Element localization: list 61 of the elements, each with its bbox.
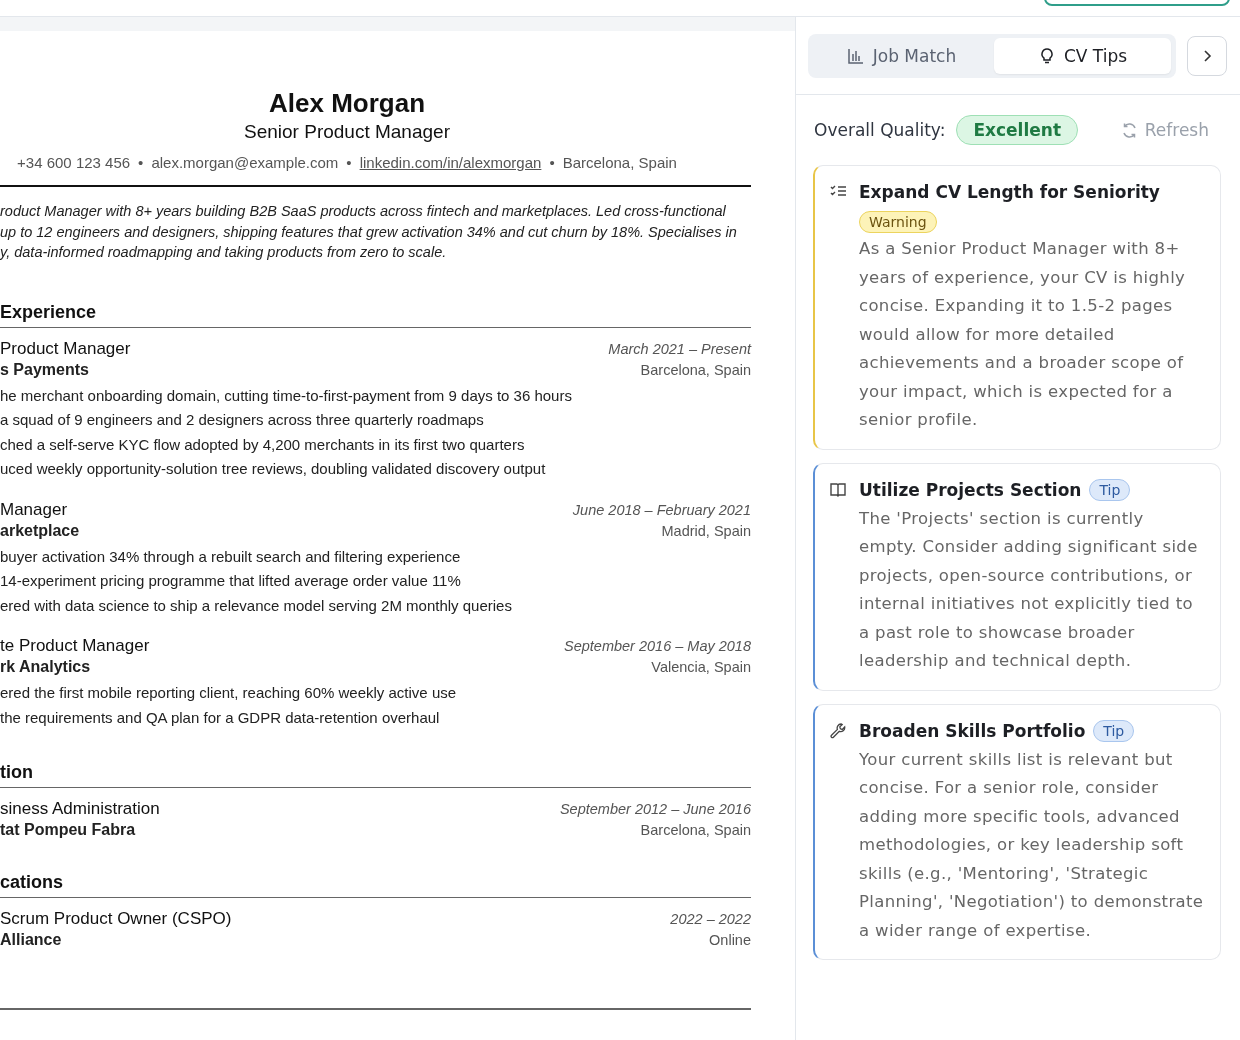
bullet-text: uced weekly opportunity-solution tree reviews, doubling validated discovery output <box>0 459 547 479</box>
tip-title: Broaden Skills Portfolio <box>859 719 1086 743</box>
summary-text: roduct Manager with 8+ years building B2B SaaS products across fintech and marketplaces. Led cross-functional <box>0 202 727 221</box>
tip-title: Expand CV Length for Seniority <box>859 181 1160 204</box>
summary-text: up to 12 engineers and designers, shipping features that grew activation 34% and cut churn by 18%. Specialises in <box>0 222 738 242</box>
bullet-text: he merchant onboarding domain, cutting time-to-first-payment from 9 days to 36 hours <box>0 385 573 406</box>
summary-text: y, data-informed roadmapping and taking products from zero to scale. <box>0 243 448 262</box>
tip-description: The 'Projects' section is currently empty. Consider adding significant side projects, open-source contributions, or internal initiatives not explicitly tied to a past role to showcase broader leadership and technical depth. <box>859 507 1199 672</box>
job-title: siness Administration <box>0 798 160 819</box>
book-icon <box>829 480 847 498</box>
bullet-text: 14-experiment pricing programme that lifted average order value 11% <box>0 571 462 591</box>
tip-badge: Tip <box>1089 478 1131 501</box>
bullet-text: ered with data science to ship a relevance model serving 2M monthly queries <box>0 595 513 616</box>
date-range: June 2018 – February 2021 <box>572 501 751 518</box>
job-match-tab[interactable]: Job Match <box>813 38 990 74</box>
quality-rating-badge: Excellent <box>956 115 1078 145</box>
tip-badge: Tip <box>1093 719 1135 742</box>
location-text: Barcelona, Spain <box>640 361 751 378</box>
job-title: Product Manager <box>0 337 131 359</box>
date-range: March 2021 – Present <box>608 340 751 357</box>
bar-chart-icon <box>846 47 865 65</box>
organization-name: arketplace <box>0 520 80 541</box>
contact-link[interactable]: linkedin.com/in/alexmorgan <box>359 153 542 173</box>
candidate-headline: Senior Product Manager <box>244 120 450 144</box>
location-text: Madrid, Spain <box>661 522 751 539</box>
section-heading: Experience <box>0 300 751 328</box>
contact-info: Barcelona, Spain <box>562 153 677 173</box>
tip-description: As a Senior Product Manager with 8+ years of experience, your CV is highly concise. Expanding it to 1.5-2 pages would allow for more detailed achievements and a broader scope of your impact, which is expected for a senior profile. <box>859 238 1187 431</box>
date-range: September 2016 – May 2018 <box>564 638 751 654</box>
job-title: Manager <box>0 498 68 520</box>
organization-name: s Payments <box>0 359 89 380</box>
job-title: Scrum Product Owner (CSPO) <box>0 908 232 929</box>
date-range: September 2012 – June 2016 <box>559 801 751 817</box>
organization-name: tat Pompeu Fabra <box>0 820 136 840</box>
location-text: Online <box>709 932 751 948</box>
organization-name: Alliance <box>0 930 62 950</box>
separator-dot: • <box>346 153 352 173</box>
location-text: Barcelona, Spain <box>640 822 751 838</box>
section-heading: tion <box>0 761 751 788</box>
organization-name: rk Analytics <box>0 657 91 677</box>
separator-dot: • <box>549 153 555 173</box>
location-text: Valencia, Spain <box>651 659 751 675</box>
bullet-text: a squad of 9 engineers and 2 designers across three quarterly roadmaps <box>0 410 485 430</box>
bullet-text: ched a self-serve KYC flow adopted by 4,200 merchants in its first two quarters <box>0 434 526 455</box>
wrench-icon <box>829 721 847 739</box>
bullet-text: ered the first mobile reporting client, reaching 60% weekly active use <box>0 683 458 703</box>
warning-badge: Warning <box>859 211 937 233</box>
tip-description: Your current skills list is relevant but concise. For a senior role, consider adding more specific tools, advanced methodologies, or key leadership soft skills (e.g., 'Mentoring', 'Strategic Planning', 'Negotiation') to demonstrate a wider range of expertise. <box>859 748 1204 942</box>
refresh-icon <box>1120 121 1138 139</box>
contact-info: alex.morgan@example.com <box>151 153 339 173</box>
section-heading: cations <box>0 871 751 898</box>
cv-tips-tab[interactable]: CV Tips <box>994 38 1171 74</box>
bullet-text: buyer activation 34% through a rebuilt search and filtering experience <box>0 546 462 567</box>
quality-label: Overall Quality: <box>814 120 946 140</box>
tip-title: Utilize Projects Section <box>859 478 1082 502</box>
candidate-name: Alex Morgan <box>269 88 425 118</box>
contact-info: +34 600 123 456 <box>17 153 131 173</box>
date-range: 2022 – 2022 <box>670 911 751 927</box>
job-title: te Product Manager <box>0 635 150 656</box>
separator-dot: • <box>138 153 144 173</box>
bullet-text: the requirements and QA plan for a GDPR data-retention overhaul <box>0 707 441 728</box>
